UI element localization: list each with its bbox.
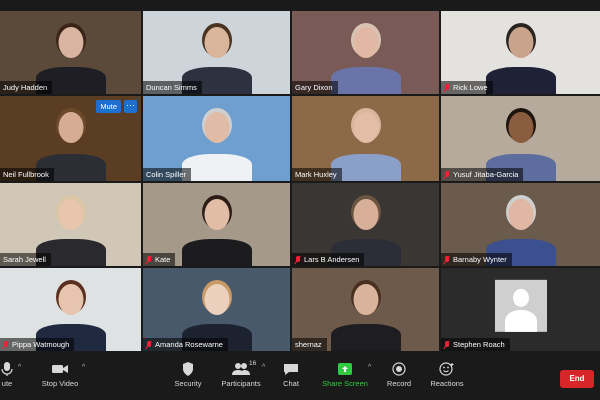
reactions-label: Reactions: [430, 379, 464, 388]
microphone-muted-icon: [444, 83, 450, 92]
video-camera-icon: [49, 359, 71, 379]
video-tile[interactable]: Judy Hadden: [0, 11, 141, 94]
video-tile[interactable]: Sarah Jewell: [0, 183, 141, 266]
video-tile[interactable]: Yusuf Jitaba-Garcia: [441, 96, 600, 181]
shield-icon: [177, 359, 199, 379]
participant-name: Yusuf Jitaba-Garcia: [453, 170, 519, 179]
participant-name: Pippa Watmough: [12, 340, 70, 349]
participant-name-tag: Yusuf Jitaba-Garcia: [441, 168, 524, 181]
share-caret-icon[interactable]: ^: [368, 364, 371, 371]
participant-name-tag: Gary Dixon: [292, 81, 338, 94]
video-tile[interactable]: Neil Fullbrook Mute ···: [0, 96, 141, 181]
participant-name: Duncan Simms: [146, 83, 197, 92]
smiley-plus-icon: [436, 359, 458, 379]
record-button[interactable]: Record: [386, 359, 412, 388]
participant-name-tag: Kate: [143, 253, 176, 266]
participant-name: Rick Lowe: [453, 83, 488, 92]
chat-button[interactable]: Chat: [280, 359, 302, 388]
participant-name-tag: shernaz: [292, 338, 327, 351]
participant-name: Gary Dixon: [295, 83, 333, 92]
microphone-icon: [0, 359, 18, 379]
video-tile[interactable]: Mark Huxley: [292, 96, 439, 181]
end-meeting-button[interactable]: End: [560, 370, 594, 388]
stop-video-label: Stop Video: [41, 379, 79, 388]
video-tile[interactable]: shernaz: [292, 268, 439, 351]
participant-name-tag: Rick Lowe: [441, 81, 493, 94]
participant-name: Kate: [155, 255, 171, 264]
tile-more-options-button[interactable]: ···: [124, 100, 137, 113]
chat-bubble-icon: [280, 359, 302, 379]
share-screen-button[interactable]: Share Screen: [322, 359, 368, 388]
chat-label: Chat: [283, 379, 299, 388]
participant-name-tag: Stephen Roach: [441, 338, 510, 351]
security-label: Security: [174, 379, 202, 388]
participant-name: Lars B Andersen: [304, 255, 360, 264]
participant-name-tag: Amanda Rosewarne: [143, 338, 228, 351]
video-tile[interactable]: Lars B Andersen: [292, 183, 439, 266]
video-tile[interactable]: Kate: [143, 183, 290, 266]
video-tile[interactable]: Stephen Roach: [441, 268, 600, 351]
mute-label: ute: [1, 379, 13, 388]
participant-name: shernaz: [295, 340, 322, 349]
video-tile[interactable]: Amanda Rosewarne: [143, 268, 290, 351]
meeting-toolbar: ute ^ Stop Video ^ Security Participants…: [0, 356, 600, 400]
participants-caret-icon[interactable]: ^: [262, 364, 265, 371]
participant-name: Neil Fullbrook: [3, 170, 49, 179]
microphone-muted-icon: [444, 170, 450, 179]
reactions-button[interactable]: Reactions: [430, 359, 464, 388]
participant-name-tag: Duncan Simms: [143, 81, 202, 94]
mute-caret-icon[interactable]: ^: [18, 364, 21, 371]
tile-mute-button[interactable]: Mute: [96, 100, 121, 113]
participant-name: Stephen Roach: [453, 340, 505, 349]
video-tile[interactable]: Barnaby Wynter: [441, 183, 600, 266]
participant-name-tag: Colin Spiller: [143, 168, 192, 181]
participant-name-tag: Lars B Andersen: [292, 253, 365, 266]
video-tile[interactable]: Pippa Watmough: [0, 268, 141, 351]
share-screen-icon: [334, 359, 356, 379]
security-button[interactable]: Security: [172, 359, 204, 388]
participant-name-tag: Pippa Watmough: [0, 338, 75, 351]
participant-name-tag: Barnaby Wynter: [441, 253, 512, 266]
microphone-muted-icon: [146, 255, 152, 264]
participant-name-tag: Judy Hadden: [0, 81, 53, 94]
participants-label: Participants: [221, 379, 261, 388]
participant-name: Colin Spiller: [146, 170, 187, 179]
microphone-muted-icon: [146, 340, 152, 349]
mute-button[interactable]: ute: [0, 359, 18, 388]
share-screen-label: Share Screen: [322, 379, 368, 388]
participant-name-tag: Neil Fullbrook: [0, 168, 54, 181]
video-tile[interactable]: Gary Dixon: [292, 11, 439, 94]
video-tile[interactable]: Duncan Simms: [143, 11, 290, 94]
participant-name: Sarah Jewell: [3, 255, 46, 264]
record-label: Record: [386, 379, 412, 388]
video-tile[interactable]: Colin Spiller: [143, 96, 290, 181]
microphone-muted-icon: [444, 340, 450, 349]
stop-video-button[interactable]: Stop Video: [38, 359, 82, 388]
video-caret-icon[interactable]: ^: [82, 364, 85, 371]
participant-name: Judy Hadden: [3, 83, 48, 92]
video-tile[interactable]: Rick Lowe: [441, 11, 600, 94]
default-avatar-icon: [494, 279, 547, 332]
participant-name: Amanda Rosewarne: [155, 340, 223, 349]
participants-count: 16: [249, 360, 257, 367]
microphone-muted-icon: [295, 255, 301, 264]
record-icon: [388, 359, 410, 379]
microphone-muted-icon: [3, 340, 9, 349]
participant-name: Barnaby Wynter: [453, 255, 507, 264]
participant-name-tag: Sarah Jewell: [0, 253, 51, 266]
microphone-muted-icon: [444, 255, 450, 264]
participant-name: Mark Huxley: [295, 170, 337, 179]
video-grid: Judy Hadden Duncan Simms Gary Dixon Rick Lo…: [0, 11, 600, 351]
participant-name-tag: Mark Huxley: [292, 168, 342, 181]
